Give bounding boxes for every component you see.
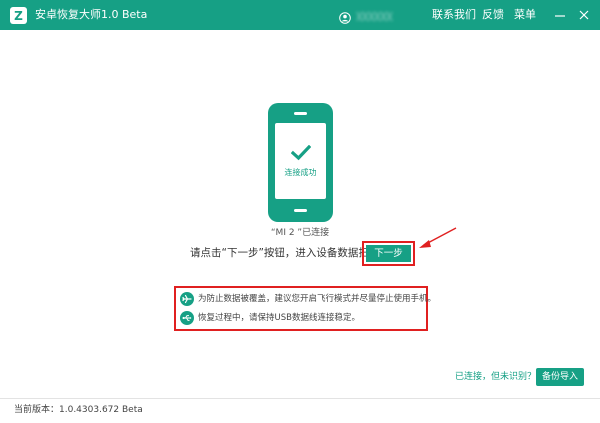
phone-home-bar xyxy=(294,209,307,212)
next-step-button[interactable]: 下一步 xyxy=(366,245,411,262)
unrecognized-help-link[interactable]: 已连接，但未识别？ xyxy=(455,371,536,383)
tip-row-usb: 恢复过程中，请保持USB数据线连接稳定。 xyxy=(180,310,360,326)
airplane-icon xyxy=(180,292,194,306)
app-logo-letter: Z xyxy=(14,8,23,23)
tip-text: 恢复过程中，请保持USB数据线连接稳定。 xyxy=(198,313,360,323)
version-text: 当前版本：1.0.4303.672 Beta xyxy=(14,405,143,415)
backup-import-button[interactable]: 备份导入 xyxy=(536,368,584,386)
minimize-button[interactable] xyxy=(553,8,567,22)
contact-us-link[interactable]: 联系我们 xyxy=(432,8,476,22)
feedback-link[interactable]: 反馈 xyxy=(482,8,504,22)
user-avatar-icon[interactable] xyxy=(339,9,351,24)
app-title: 安卓恢复大师1.0 Beta xyxy=(35,8,148,21)
app-logo-icon: Z xyxy=(10,7,27,24)
usb-icon xyxy=(180,311,194,325)
tip-row-airplane: 为防止数据被覆盖，建议您开启飞行模式并尽量停止使用手机。 xyxy=(180,291,436,307)
pointer-arrow-icon xyxy=(419,227,457,248)
instruction-text: 请点击“下一步”按钮，进入设备数据扫描 xyxy=(190,247,380,259)
user-name[interactable]: ꭓꭓꭓꭓꭓꭓ xyxy=(356,8,412,22)
close-button[interactable] xyxy=(577,8,591,22)
connection-success-text: 连接成功 xyxy=(284,168,317,177)
title-bar: Z 安卓恢复大师1.0 Beta ꭓꭓꭓꭓꭓꭓ 联系我们 反馈 菜单 xyxy=(0,0,600,30)
device-connected-text: “MI 2 ”已连接 xyxy=(270,228,330,238)
phone-screen: 连接成功 xyxy=(275,123,326,199)
phone-speaker xyxy=(294,112,307,115)
tip-text: 为防止数据被覆盖，建议您开启飞行模式并尽量停止使用手机。 xyxy=(198,294,437,304)
footer-divider xyxy=(0,398,600,399)
menu-link[interactable]: 菜单 xyxy=(514,8,536,22)
checkmark-icon xyxy=(291,145,311,161)
phone-illustration: 连接成功 xyxy=(268,103,333,222)
minimize-icon xyxy=(555,15,565,17)
close-icon xyxy=(579,10,589,20)
